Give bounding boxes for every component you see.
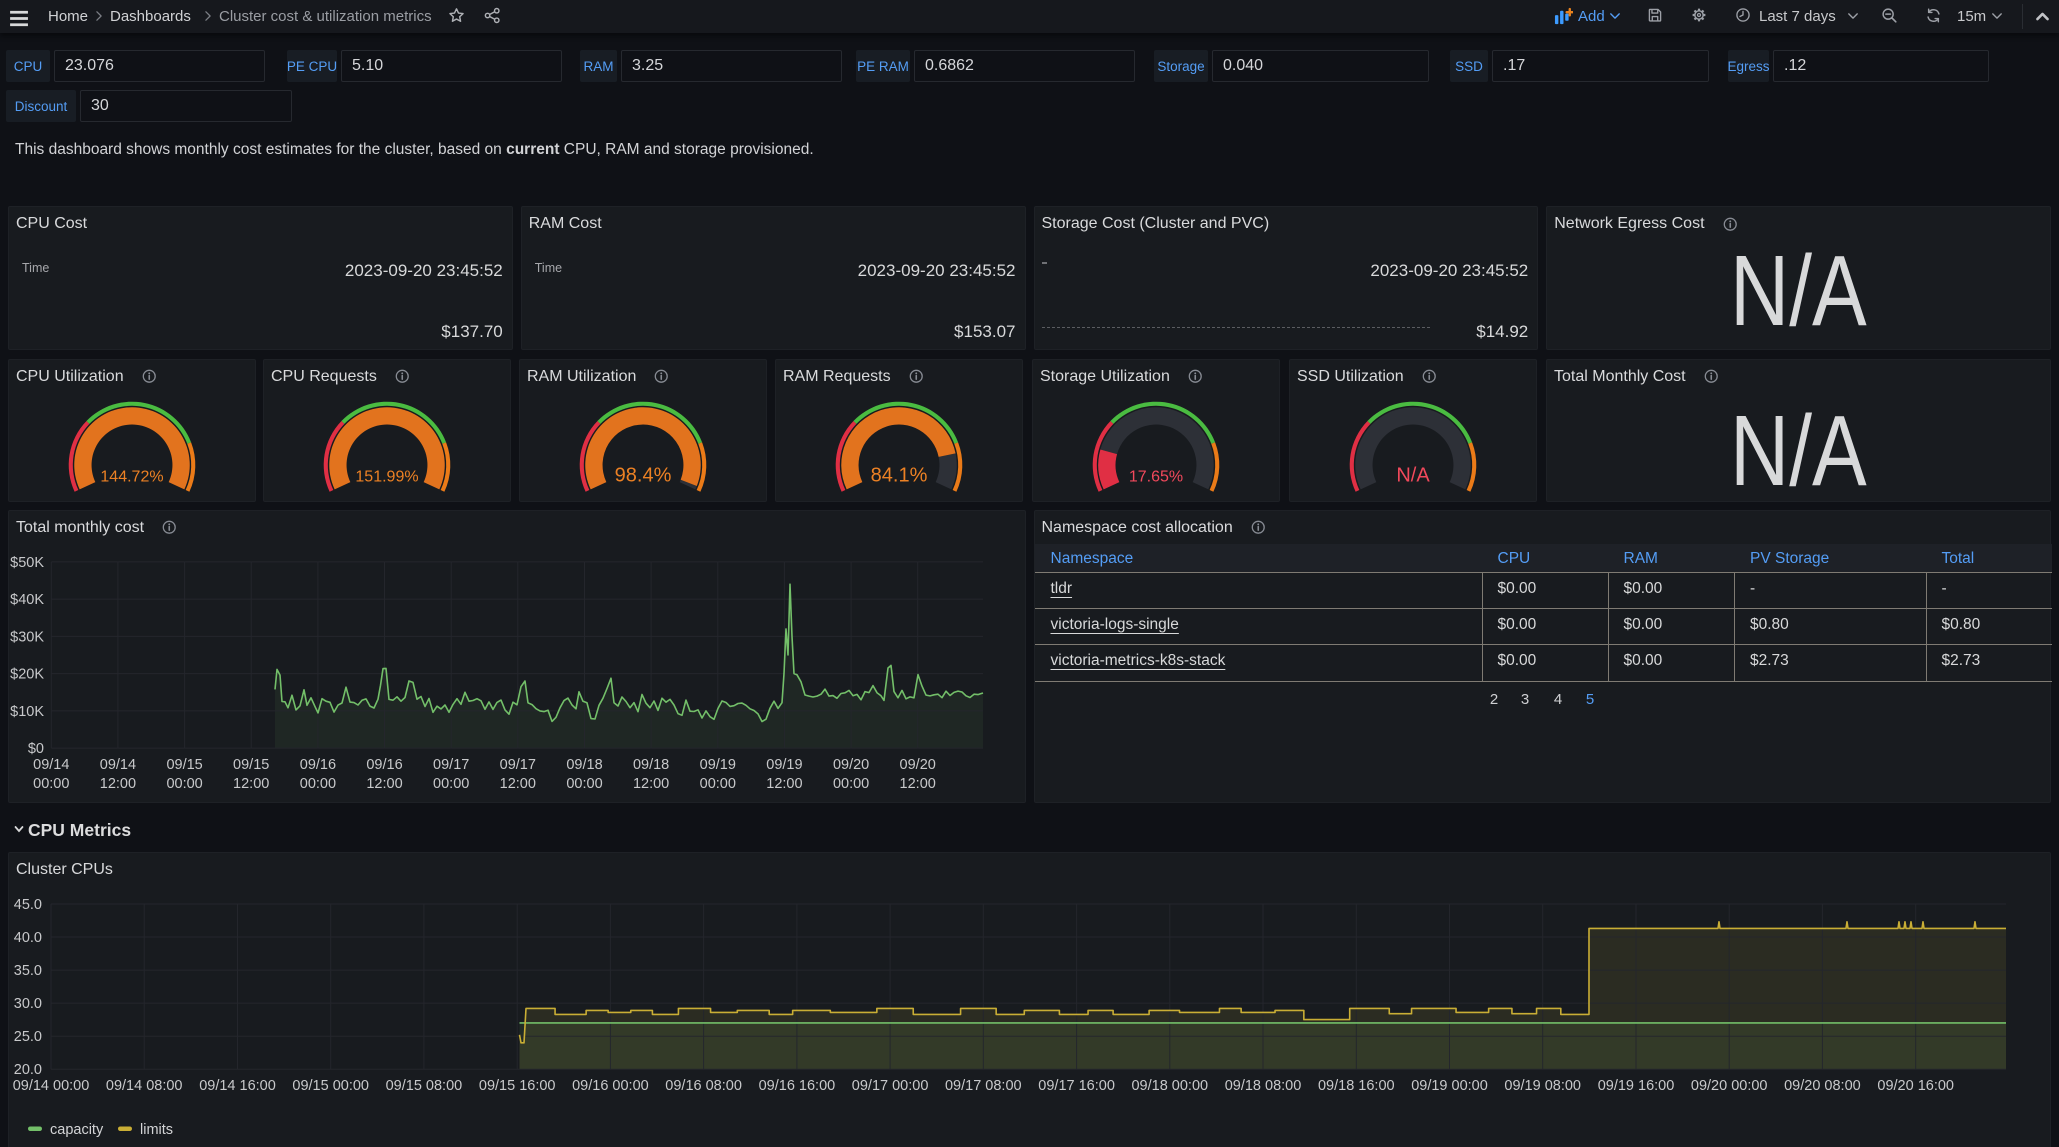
svg-text:09/19 08:00: 09/19 08:00 <box>1504 1078 1581 1094</box>
svg-text:09/17 00:00: 09/17 00:00 <box>852 1078 929 1094</box>
svg-text:09/18 00:00: 09/18 00:00 <box>1131 1078 1208 1094</box>
svg-text:capacity: capacity <box>50 1122 104 1138</box>
svg-text:35.0: 35.0 <box>14 963 42 979</box>
svg-text:20.0: 20.0 <box>14 1062 42 1078</box>
svg-text:09/16 16:00: 09/16 16:00 <box>759 1078 836 1094</box>
svg-text:40.0: 40.0 <box>14 930 42 946</box>
svg-text:09/14 08:00: 09/14 08:00 <box>106 1078 183 1094</box>
svg-text:09/14 16:00: 09/14 16:00 <box>199 1078 276 1094</box>
svg-text:09/15 08:00: 09/15 08:00 <box>386 1078 463 1094</box>
svg-text:09/16 00:00: 09/16 00:00 <box>572 1078 649 1094</box>
svg-text:09/19 16:00: 09/19 16:00 <box>1598 1078 1675 1094</box>
svg-text:09/20 16:00: 09/20 16:00 <box>1877 1078 1954 1094</box>
svg-text:09/20 00:00: 09/20 00:00 <box>1691 1078 1768 1094</box>
svg-text:limits: limits <box>140 1122 173 1138</box>
svg-text:09/15 00:00: 09/15 00:00 <box>292 1078 369 1094</box>
svg-text:09/17 08:00: 09/17 08:00 <box>945 1078 1022 1094</box>
svg-text:30.0: 30.0 <box>14 996 42 1012</box>
svg-text:45.0: 45.0 <box>14 897 42 913</box>
svg-text:09/19 00:00: 09/19 00:00 <box>1411 1078 1488 1094</box>
svg-text:09/17 16:00: 09/17 16:00 <box>1038 1078 1115 1094</box>
svg-text:09/20 08:00: 09/20 08:00 <box>1784 1078 1861 1094</box>
svg-text:25.0: 25.0 <box>14 1029 42 1045</box>
svg-text:09/14 00:00: 09/14 00:00 <box>13 1078 90 1094</box>
svg-text:09/16 08:00: 09/16 08:00 <box>665 1078 742 1094</box>
svg-text:09/15 16:00: 09/15 16:00 <box>479 1078 556 1094</box>
svg-text:09/18 16:00: 09/18 16:00 <box>1318 1078 1395 1094</box>
svg-text:09/18 08:00: 09/18 08:00 <box>1225 1078 1302 1094</box>
